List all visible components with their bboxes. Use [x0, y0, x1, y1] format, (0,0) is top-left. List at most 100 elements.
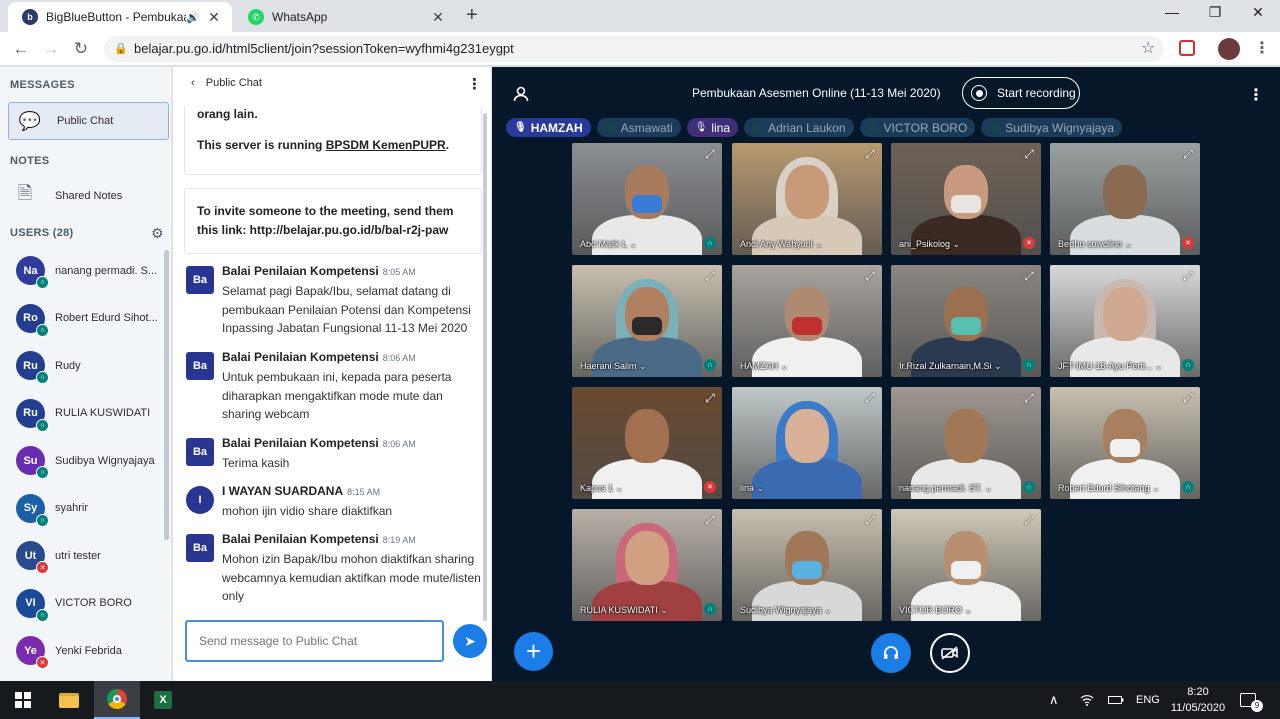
- video-tile[interactable]: ⤢ Kapus 1 ⌄ ✕: [572, 387, 722, 499]
- chat-back-button[interactable]: ‹ Public Chat: [191, 77, 262, 89]
- video-user-label[interactable]: VICTOR BORO ⌄: [899, 605, 972, 616]
- fullscreen-icon[interactable]: ⤢: [703, 513, 717, 527]
- video-user-label[interactable]: Bertho sowolino ⌄: [1058, 239, 1132, 250]
- talking-indicator[interactable]: 🎙 lina: [686, 118, 739, 137]
- start-recording-button[interactable]: Start recording: [962, 77, 1080, 109]
- video-tile[interactable]: ⤢ ani_Psikolog ⌄ ✕: [891, 143, 1041, 255]
- battery-icon[interactable]: [1108, 681, 1124, 719]
- user-list-item[interactable]: Ro ∩ Robert Edurd Sihot...: [0, 295, 164, 343]
- user-list-item[interactable]: Na ∩ nanang permadi. S...: [0, 247, 164, 295]
- send-message-button[interactable]: ➤: [453, 624, 487, 658]
- windows-start-icon[interactable]: [0, 681, 46, 719]
- video-user-label[interactable]: Haerani Salim ⌄: [580, 361, 647, 372]
- language-indicator[interactable]: ENG: [1136, 681, 1160, 719]
- user-list-toggle-icon[interactable]: [512, 85, 530, 103]
- wifi-icon[interactable]: [1080, 681, 1094, 719]
- talking-indicator[interactable]: Adrian Laukon: [744, 118, 854, 137]
- video-tile[interactable]: ⤢ Ir.Rizal Zulkarnain,M.Si ⌄ ∩: [891, 265, 1041, 377]
- close-icon[interactable]: ✕: [206, 9, 222, 26]
- video-user-label[interactable]: lina ⌄: [740, 483, 764, 494]
- window-close-icon[interactable]: ✕: [1238, 4, 1278, 21]
- fullscreen-icon[interactable]: ⤢: [703, 269, 717, 283]
- fullscreen-icon[interactable]: ⤢: [703, 391, 717, 405]
- video-tile[interactable]: ⤢ Haerani Salim ⌄ ∩: [572, 265, 722, 377]
- close-icon[interactable]: ✕: [430, 9, 446, 26]
- talking-indicator[interactable]: 🎙 HAMZAH: [506, 118, 591, 137]
- user-list-item[interactable]: Su ∩ Sudibya Wignyajaya: [0, 437, 164, 485]
- tab-bigbluebutton[interactable]: b BigBlueButton - Pembukaan 🔊 ✕: [8, 2, 232, 32]
- video-tile[interactable]: ⤢ Sudibya Wignyajaya ⌄: [732, 509, 882, 621]
- fullscreen-icon[interactable]: ⤢: [1022, 391, 1036, 405]
- new-tab-icon[interactable]: +: [466, 4, 478, 27]
- extension-icon[interactable]: [1179, 40, 1195, 56]
- maximize-icon[interactable]: ❐: [1195, 4, 1235, 21]
- user-list-item[interactable]: Ye ✕ Yenki Febrida: [0, 627, 164, 675]
- video-user-label[interactable]: Ir.Rizal Zulkarnain,M.Si ⌄: [899, 361, 1002, 372]
- video-tile[interactable]: ⤢ Bertho sowolino ⌄ ✕: [1050, 143, 1200, 255]
- actions-plus-button[interactable]: +: [514, 632, 553, 671]
- options-menu-icon[interactable]: ⋮: [1248, 85, 1264, 105]
- fullscreen-icon[interactable]: ⤢: [1181, 269, 1195, 283]
- taskbar-clock[interactable]: 8:20 11/05/2020: [1166, 684, 1230, 716]
- headphones-audio-button[interactable]: [871, 633, 911, 673]
- share-webcam-button[interactable]: [930, 633, 970, 673]
- forward-icon[interactable]: →: [40, 38, 62, 60]
- user-list-item[interactable]: Ru ∩ Rudy: [0, 342, 164, 390]
- chat-options-icon[interactable]: ⋮: [467, 75, 482, 93]
- video-tile[interactable]: ⤢ JFT-IMU-18-Ayu Perti... ⌄ ∩: [1050, 265, 1200, 377]
- talking-indicator[interactable]: VICTOR BORO: [859, 118, 976, 137]
- user-list-item[interactable]: Sy ∩ syahrir: [0, 485, 164, 533]
- sidebar-item-public-chat[interactable]: 💬 Public Chat: [8, 102, 169, 140]
- user-list-item[interactable]: Ru ∩ RULIA KUSWIDATI: [0, 390, 164, 438]
- video-user-label[interactable]: Kapus 1 ⌄: [580, 483, 623, 494]
- profile-avatar[interactable]: [1218, 38, 1240, 60]
- fullscreen-icon[interactable]: ⤢: [1022, 513, 1036, 527]
- fullscreen-icon[interactable]: ⤢: [863, 147, 877, 161]
- video-user-label[interactable]: JFT-IMU-18-Ayu Perti... ⌄: [1058, 361, 1162, 372]
- speaker-icon[interactable]: 🔊: [186, 11, 200, 24]
- video-tile[interactable]: ⤢ HAMZAH ⌄: [732, 265, 882, 377]
- server-link[interactable]: BPSDM KemenPUPR: [326, 138, 446, 152]
- video-user-label[interactable]: nanang permadi. ST. ⌄: [899, 483, 992, 494]
- reload-icon[interactable]: ↻: [70, 38, 92, 60]
- minimize-icon[interactable]: —: [1152, 4, 1192, 20]
- talking-indicator[interactable]: Asmawati: [596, 118, 681, 137]
- video-tile[interactable]: ⤢ Andi Any Wahyuni ⌄: [732, 143, 882, 255]
- talking-indicator[interactable]: Sudibya Wignyajaya: [981, 118, 1123, 137]
- excel-taskbar-icon[interactable]: X: [140, 681, 186, 719]
- user-list-item[interactable]: Ut ✕ utri tester: [0, 532, 164, 580]
- file-explorer-icon[interactable]: [46, 681, 92, 719]
- chat-scrollbar[interactable]: [483, 113, 487, 621]
- fullscreen-icon[interactable]: ⤢: [863, 391, 877, 405]
- video-user-label[interactable]: Abd Malik L ⌄: [580, 239, 637, 250]
- chrome-menu-icon[interactable]: ⋮: [1254, 38, 1270, 58]
- fullscreen-icon[interactable]: ⤢: [863, 269, 877, 283]
- fullscreen-icon[interactable]: ⤢: [1022, 147, 1036, 161]
- address-bar[interactable]: 🔒 belajar.pu.go.id/html5client/join?sess…: [104, 36, 1164, 62]
- sidebar-scrollbar[interactable]: [164, 250, 169, 540]
- tab-whatsapp[interactable]: ✆ WhatsApp ✕: [234, 2, 456, 32]
- video-user-label[interactable]: ani_Psikolog ⌄: [899, 239, 960, 250]
- sidebar-item-shared-notes[interactable]: 🗎 Shared Notes: [10, 181, 168, 211]
- back-icon[interactable]: ←: [10, 38, 32, 60]
- video-user-label[interactable]: RULIA KUSWIDATI ⌄: [580, 605, 668, 616]
- gear-icon[interactable]: ⚙: [151, 225, 164, 242]
- video-tile[interactable]: ⤢ nanang permadi. ST. ⌄ ∩: [891, 387, 1041, 499]
- chat-message-input[interactable]: [185, 620, 444, 662]
- video-tile[interactable]: ⤢ Robert Edurd Sihotang ⌄ ∩: [1050, 387, 1200, 499]
- user-list-item[interactable]: VI ∩ VICTOR BORO: [0, 580, 164, 628]
- video-user-label[interactable]: Sudibya Wignyajaya ⌄: [740, 605, 832, 616]
- bookmark-star-icon[interactable]: ☆: [1141, 38, 1155, 58]
- fullscreen-icon[interactable]: ⤢: [1022, 269, 1036, 283]
- fullscreen-icon[interactable]: ⤢: [863, 513, 877, 527]
- video-user-label[interactable]: Andi Any Wahyuni ⌄: [740, 239, 823, 250]
- video-tile[interactable]: ⤢ lina ⌄: [732, 387, 882, 499]
- chrome-taskbar-icon[interactable]: [94, 681, 140, 719]
- video-user-label[interactable]: HAMZAH ⌄: [740, 361, 788, 372]
- fullscreen-icon[interactable]: ⤢: [1181, 391, 1195, 405]
- notification-center-icon[interactable]: 9: [1240, 681, 1263, 719]
- fullscreen-icon[interactable]: ⤢: [703, 147, 717, 161]
- fullscreen-icon[interactable]: ⤢: [1181, 147, 1195, 161]
- video-user-label[interactable]: Robert Edurd Sihotang ⌄: [1058, 483, 1160, 494]
- video-tile[interactable]: ⤢ Abd Malik L ⌄ ∩: [572, 143, 722, 255]
